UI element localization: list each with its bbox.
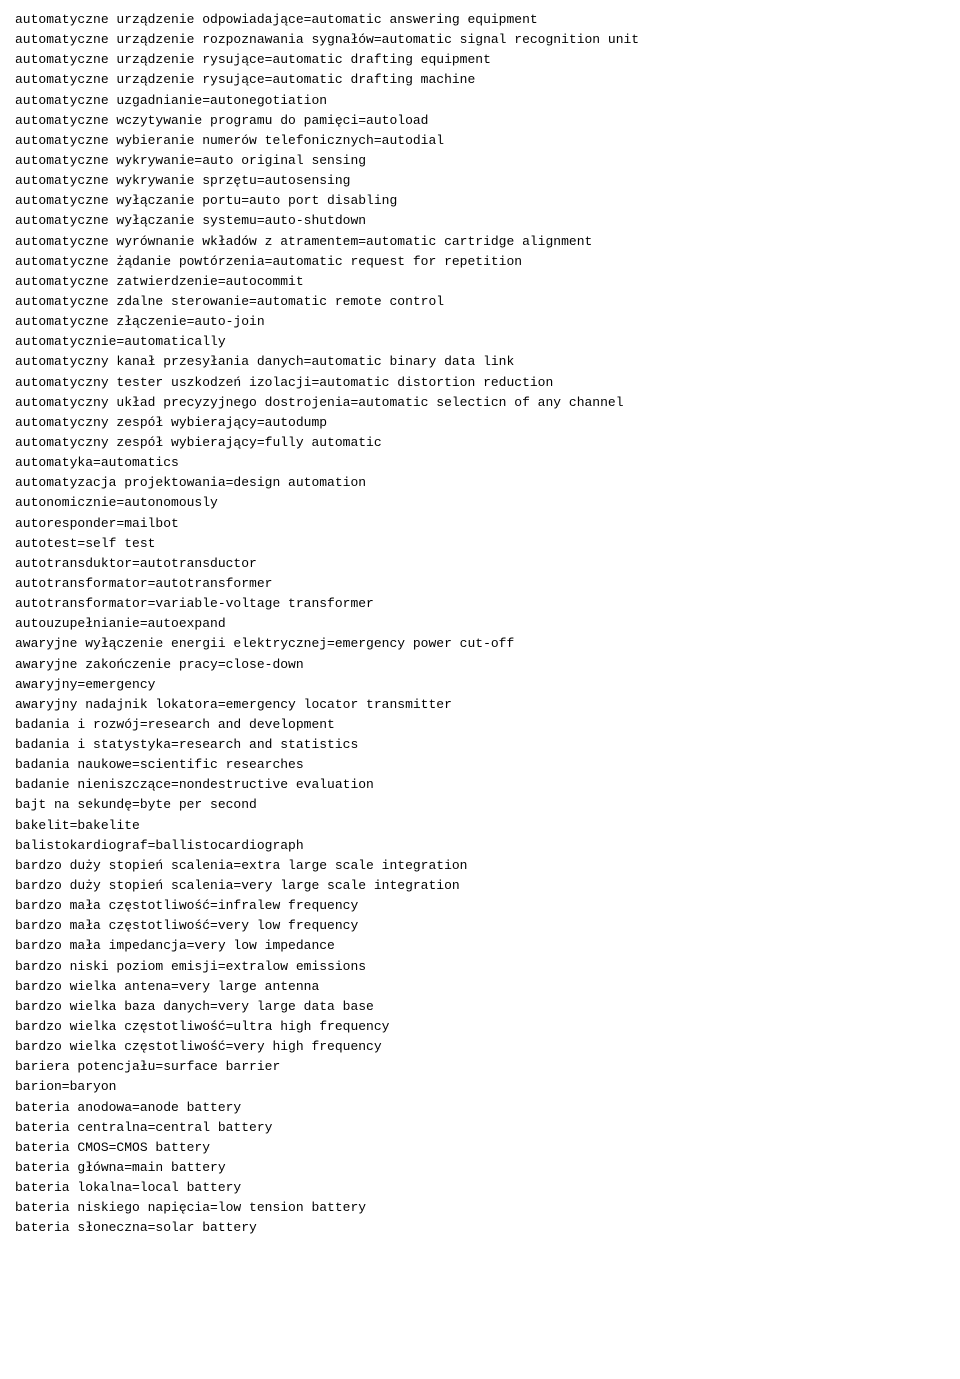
dictionary-content: automatyczne urządzenie odpowiadające=au…	[15, 10, 945, 1239]
